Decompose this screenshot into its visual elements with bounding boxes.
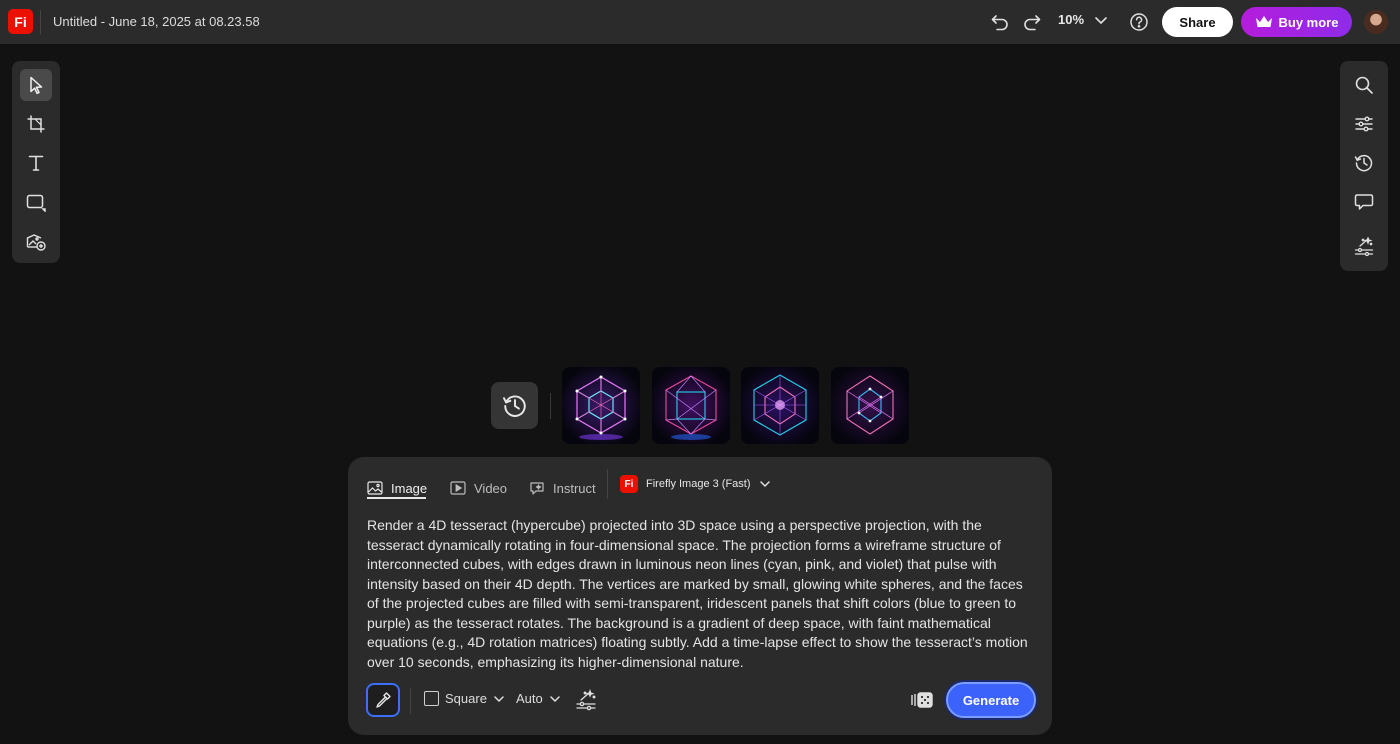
firefly-model-logo: Fi (620, 475, 638, 493)
generated-thumbnail[interactable] (741, 367, 819, 444)
square-icon (424, 691, 439, 706)
adjustments-icon (1355, 116, 1373, 132)
tab-instruct[interactable]: Instruct (529, 477, 596, 499)
generated-thumbnail[interactable] (652, 367, 730, 444)
right-toolbar (1340, 61, 1388, 271)
chevron-down-icon (550, 695, 560, 702)
chevron-down-icon (494, 695, 504, 702)
tab-video[interactable]: Video (450, 477, 507, 499)
shape-tool[interactable] (20, 186, 52, 218)
prompt-textarea[interactable]: Render a 4D tesseract (hypercube) projec… (367, 516, 1037, 672)
model-dropdown[interactable]: Fi Firefly Image 3 (Fast) (620, 475, 771, 493)
firefly-logo[interactable]: Fi (8, 9, 33, 34)
tab-image-label: Image (391, 480, 428, 496)
content-type-dropdown[interactable]: Auto (516, 691, 561, 706)
crop-icon (27, 115, 45, 133)
share-button[interactable]: Share (1162, 7, 1233, 37)
avatar[interactable] (1364, 10, 1388, 34)
tab-video-label: Video (474, 480, 508, 496)
tab-instruct-label: Instruct (553, 480, 596, 496)
top-bar: Fi Untitled - June 18, 2025 at 08.23.58 … (0, 0, 1400, 44)
history-tool[interactable] (1348, 147, 1380, 179)
left-toolbar (12, 61, 60, 263)
active-tab-indicator (367, 497, 426, 499)
aspect-ratio-label: Square (445, 691, 487, 706)
document-title[interactable]: Untitled - June 18, 2025 at 08.23.58 (53, 14, 260, 29)
crown-icon (1255, 16, 1272, 27)
effects-tool[interactable] (1348, 231, 1380, 263)
instruct-icon (530, 482, 544, 495)
comment-icon (1354, 194, 1374, 210)
thumbnail-divider (550, 393, 551, 419)
undo-icon[interactable] (989, 11, 1011, 33)
history-icon (502, 395, 526, 417)
search-icon (1355, 76, 1373, 94)
help-icon[interactable] (1128, 11, 1150, 33)
crop-tool[interactable] (20, 108, 52, 140)
image-icon (367, 481, 383, 495)
select-icon (30, 76, 43, 95)
content-type-label: Auto (516, 691, 543, 706)
number-of-images-icon[interactable] (910, 690, 934, 710)
effects-icon (1354, 237, 1374, 257)
generated-thumbnail[interactable] (831, 367, 909, 444)
redo-icon[interactable] (1021, 11, 1043, 33)
generate-image-tool[interactable] (20, 225, 52, 257)
buy-more-button[interactable]: Buy more (1241, 7, 1352, 37)
header-divider (40, 10, 41, 34)
buy-more-label: Buy more (1278, 14, 1339, 30)
tab-image[interactable]: Image (367, 477, 427, 499)
text-icon (28, 155, 44, 171)
eyedropper-icon (376, 692, 391, 708)
controls-separator (410, 688, 411, 714)
prompt-panel: Image Video Instruct Fi Firefly Image 3 … (348, 457, 1052, 735)
generation-history-button[interactable] (491, 382, 538, 429)
model-label: Firefly Image 3 (Fast) (646, 478, 751, 490)
aspect-ratio-dropdown[interactable]: Square (424, 691, 505, 706)
zoom-level: 10% (1058, 12, 1085, 27)
chevron-down-icon (759, 481, 770, 488)
generate-button[interactable]: Generate (946, 682, 1036, 718)
comment-tool[interactable] (1348, 186, 1380, 218)
tab-separator (607, 469, 608, 499)
search-tool[interactable] (1348, 69, 1380, 101)
adjustments-tool[interactable] (1348, 108, 1380, 140)
select-tool[interactable] (20, 69, 52, 101)
zoom-dropdown[interactable]: 10% (1058, 12, 1108, 27)
video-icon (450, 481, 466, 495)
chevron-down-icon (1095, 16, 1107, 24)
history-icon (1354, 154, 1373, 172)
text-tool[interactable] (20, 147, 52, 179)
generated-thumbnail[interactable] (562, 367, 640, 444)
generate-image-icon (26, 234, 46, 251)
shape-icon (26, 194, 46, 212)
effects-icon[interactable] (575, 689, 597, 711)
style-reference-button[interactable] (366, 683, 400, 717)
